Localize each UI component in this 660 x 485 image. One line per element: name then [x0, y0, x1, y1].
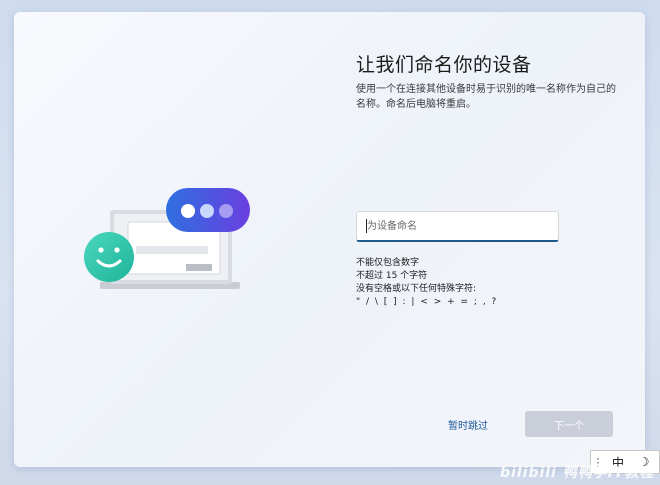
device-name-input[interactable]: [356, 211, 559, 242]
rule-no-digits-only: 不能仅包含数字: [356, 258, 420, 268]
device-illustration: [84, 188, 250, 289]
watermark: bilibili 鸭鸭学IT教程: [500, 465, 655, 481]
rule-forbidden-chars: " / \ [ ] : | < > + = ; , ?: [356, 297, 498, 307]
next-button[interactable]: 下一个: [525, 411, 613, 437]
skip-for-now-link[interactable]: 暂时跳过: [448, 417, 488, 432]
name-rules: 不能仅包含数字 不超过 15 个字符 没有空格或以下任何特殊字符: " / \ …: [356, 257, 498, 309]
page-description: 使用一个在连接其他设备时易于识别的唯一名称作为自己的名称。命名后电脑将重启。: [356, 84, 616, 110]
page-title: 让我们命名你的设备: [356, 54, 532, 76]
rule-no-spaces: 没有空格或以下任何特殊字符:: [356, 284, 477, 294]
rule-max-length: 不超过 15 个字符: [356, 271, 428, 281]
text-caret: [366, 219, 367, 233]
